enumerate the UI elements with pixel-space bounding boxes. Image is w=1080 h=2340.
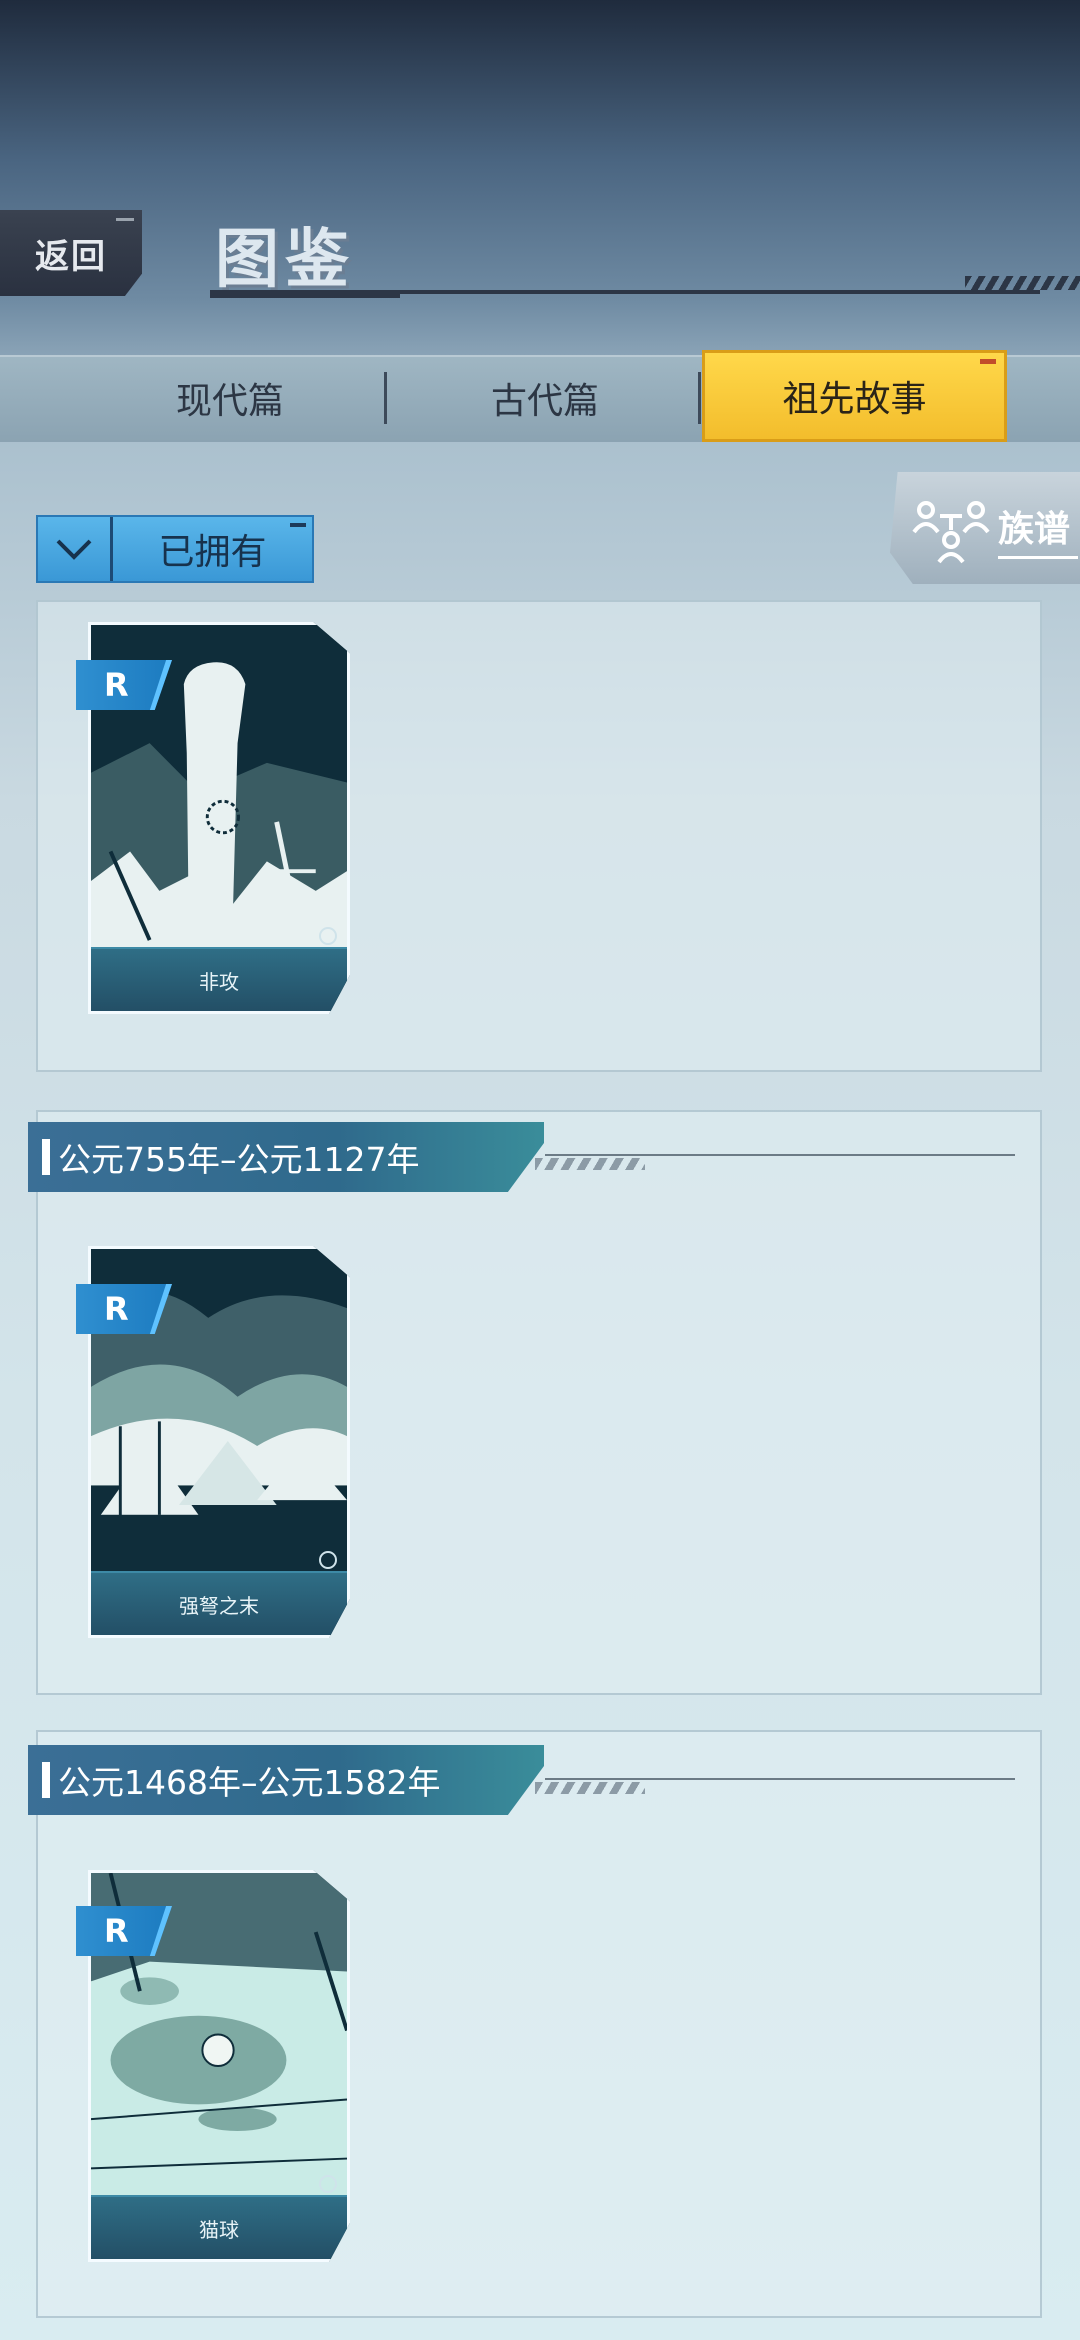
era-header-text: 公元1468年–公元1582年 <box>58 1763 441 1802</box>
filter-selected-label: 已拥有 <box>158 532 267 573</box>
era-header: 公元1468年–公元1582年 <box>28 1745 544 1815</box>
tab-ancient-label: 古代篇 <box>490 380 599 422</box>
card-corner-icon <box>319 1551 337 1569</box>
era-stripes-decoration <box>535 1158 645 1170</box>
era-header-bar <box>42 1139 50 1175</box>
tab-divider <box>698 372 701 424</box>
tab-modern[interactable]: 现代篇 <box>80 355 380 440</box>
era-stripes-decoration <box>535 1782 645 1794</box>
era-divider-line <box>545 1154 1015 1156</box>
title-stripes-decoration <box>965 276 1080 290</box>
rarity-label: R <box>104 666 129 704</box>
back-button[interactable]: 返回 <box>0 210 142 296</box>
tab-modern-label: 现代篇 <box>175 380 284 422</box>
era-header: 公元755年–公元1127年 <box>28 1122 544 1192</box>
card-corner-icon <box>319 2175 337 2193</box>
tab-divider <box>384 372 387 424</box>
family-tree-underline <box>998 556 1078 559</box>
card-corner-icon <box>319 927 337 945</box>
owned-filter-dropdown[interactable]: 已拥有 <box>36 515 314 583</box>
tab-ancestor-label: 祖先故事 <box>782 379 927 420</box>
era-divider-line <box>545 1778 1015 1780</box>
family-tree-label: 族谱 <box>998 509 1071 550</box>
card-name: 强弩之末 <box>91 1571 347 1635</box>
title-underline-accent <box>210 290 400 298</box>
family-tree-icon <box>912 496 992 566</box>
rarity-label: R <box>104 1290 129 1328</box>
era-header-text: 公元755年–公元1127年 <box>58 1140 420 1179</box>
back-button-label: 返回 <box>35 236 107 277</box>
rarity-label: R <box>104 1912 129 1950</box>
tab-ancestor-stories[interactable]: 祖先故事 <box>702 350 1007 442</box>
era-header-bar <box>42 1762 50 1798</box>
tab-ancient[interactable]: 古代篇 <box>395 355 695 440</box>
chevron-down-icon <box>38 517 113 581</box>
page-title: 图鉴 <box>215 223 355 297</box>
card-name: 非攻 <box>91 947 347 1011</box>
card-name: 猫球 <box>91 2195 347 2259</box>
